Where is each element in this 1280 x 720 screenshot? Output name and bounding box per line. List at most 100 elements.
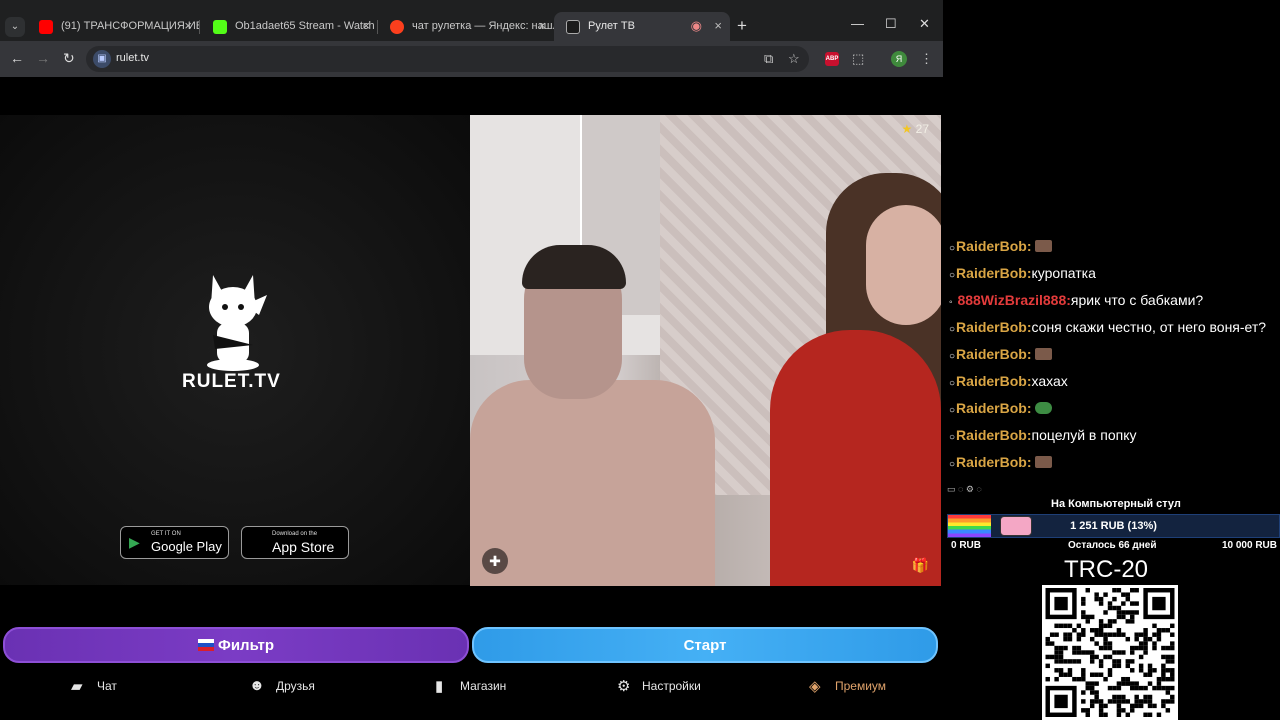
qr-module (1112, 605, 1117, 611)
gift-icon[interactable]: 🎁 (912, 557, 929, 574)
qr-module (1125, 592, 1131, 597)
qr-module (1089, 614, 1095, 620)
qr-module (1098, 596, 1104, 602)
close-icon[interactable]: × (362, 18, 370, 33)
qr-module (1112, 632, 1117, 637)
address-bar[interactable]: ▣ rulet.tv (86, 46, 809, 72)
qr-module (1143, 699, 1148, 704)
back-icon[interactable]: ← (10, 50, 24, 66)
qr-module (1134, 699, 1139, 704)
qr-module (1125, 712, 1131, 717)
start-button[interactable]: Старт (472, 627, 938, 663)
google-play-icon: ▶ (129, 534, 140, 550)
tab-rulet[interactable]: Рулет ТВ ◉ × (554, 12, 730, 41)
goal-title: На Компьютерный стул (1051, 498, 1181, 510)
qr-module (1094, 694, 1099, 700)
tab-search-button[interactable]: ⌄ (5, 17, 25, 37)
qr-module (1107, 672, 1113, 677)
qr-module (1094, 699, 1099, 704)
qr-module (1103, 645, 1108, 651)
qr-module (1125, 610, 1131, 615)
tab-kick[interactable]: Ob1adaet65 Stream - Watch Li... × (201, 12, 378, 41)
rating-value: 27 (915, 122, 929, 136)
qr-module (1107, 645, 1113, 651)
app-store-small-text: Download on the (272, 531, 318, 537)
qr-module (1094, 592, 1099, 597)
close-icon[interactable]: × (184, 18, 192, 33)
qr-module (1161, 654, 1166, 660)
qr-module (1107, 685, 1113, 691)
chat-message: ◦ 888WizBrazil888:ярик что с бабками? (949, 292, 1279, 311)
google-play-small-text: GET IT ON (151, 531, 181, 537)
chat-message: ○RaiderBob: (949, 400, 1279, 419)
qr-module (1098, 601, 1104, 606)
qr-module (1152, 668, 1157, 673)
qr-module (1116, 663, 1122, 669)
qr-module (1094, 690, 1099, 695)
adblock-icon[interactable]: ABP (825, 52, 839, 66)
premium-tag-icon: ◈ (809, 678, 821, 695)
qr-module (1138, 632, 1144, 637)
bookmark-star-icon[interactable]: ☆ (788, 51, 800, 67)
qr-module (1130, 650, 1135, 655)
qr-module (1067, 623, 1073, 629)
qr-module (1085, 588, 1090, 593)
qr-module (1049, 641, 1055, 646)
qr-module (1130, 619, 1135, 624)
reload-icon[interactable]: ↻ (63, 50, 75, 67)
goal-min: 0 RUB (951, 540, 982, 551)
chat-nick: RaiderBob: (956, 346, 1032, 362)
qr-module (1054, 650, 1059, 655)
goal-amount: 1 251 RUB (13%) (1070, 520, 1157, 532)
minimize-icon[interactable]: — (851, 16, 864, 31)
close-icon[interactable]: × (538, 18, 546, 33)
bullet-icon: ◦ (949, 297, 953, 308)
extensions-icon[interactable]: ⬚ (852, 51, 864, 67)
rulet-cat-logo (207, 275, 267, 371)
filter-button[interactable]: Фильтр (3, 627, 469, 663)
qr-module (1081, 628, 1086, 633)
qr-module (1085, 681, 1090, 686)
google-play-label: Google Play (151, 539, 222, 554)
tab-yandex[interactable]: чат рулетка — Яндекс: нашлос... × (378, 12, 554, 41)
bullet-icon: ○ (949, 351, 956, 362)
qr-module (1089, 659, 1095, 664)
qr-module (1076, 632, 1082, 637)
google-play-button[interactable]: ▶ GET IT ON Google Play (120, 526, 229, 559)
qr-module (1058, 623, 1064, 629)
close-icon[interactable]: × (714, 18, 722, 33)
qr-module (1125, 636, 1131, 642)
install-app-icon[interactable]: ⧉ (764, 51, 773, 67)
qr-module (1138, 654, 1144, 660)
maximize-icon[interactable]: ☐ (885, 16, 897, 32)
qr-module (1121, 676, 1126, 682)
site-info-icon[interactable]: ▣ (93, 50, 111, 68)
game-controller-icon[interactable]: ✚ (482, 548, 508, 574)
qr-module (1089, 685, 1095, 691)
app-store-button[interactable]: Download on the App Store (241, 526, 349, 559)
qr-finder (1152, 596, 1166, 611)
qr-module (1143, 645, 1148, 651)
qr-module (1116, 610, 1122, 615)
qr-module (1156, 632, 1162, 637)
qr-module (1121, 708, 1126, 713)
close-window-icon[interactable]: ✕ (919, 16, 930, 32)
new-tab-button[interactable]: + (737, 16, 747, 36)
qr-module (1156, 685, 1162, 691)
menu-kebab-icon[interactable]: ⋮ (920, 51, 933, 67)
qr-module (1125, 681, 1131, 686)
chat-text: хахах (1031, 373, 1068, 389)
qr-module (1085, 708, 1090, 713)
qr-module (1125, 699, 1131, 704)
tab-youtube[interactable]: (91) ТРАНСФОРМАЦИЯ ИВАНА... × (27, 12, 200, 41)
qr-module (1063, 659, 1068, 664)
forward-icon[interactable]: → (36, 50, 50, 66)
qr-module (1147, 699, 1153, 704)
qr-module (1170, 645, 1175, 651)
profile-avatar[interactable]: Я (891, 51, 907, 67)
qr-module (1085, 712, 1090, 717)
friends-icon: ☻ (249, 677, 265, 694)
qr-module (1067, 636, 1073, 642)
qr-module (1130, 708, 1135, 713)
trc-label: TRC-20 (1064, 556, 1149, 583)
